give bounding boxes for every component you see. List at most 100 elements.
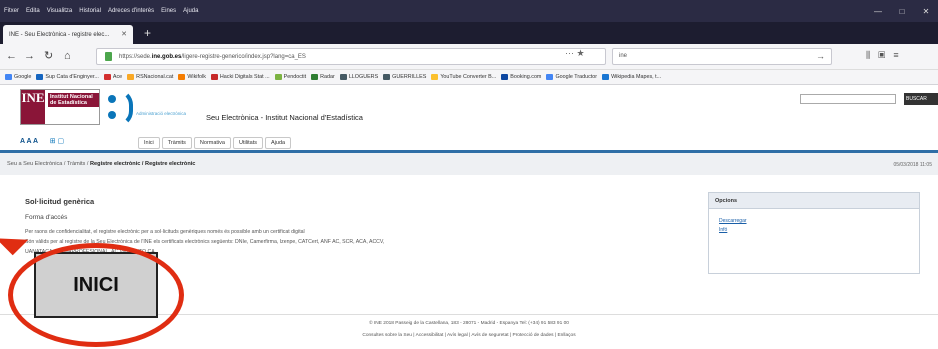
ine-logo[interactable]: INE Institut Nacional de Estadística [20, 89, 100, 125]
bookmark-favicon-icon [546, 74, 554, 80]
bookmark-label: GUERRILLES [392, 74, 427, 80]
bookmark-favicon-icon [602, 74, 610, 80]
current-date: 05/03/2018 11:05 [893, 162, 932, 168]
site-search-input[interactable] [800, 94, 896, 104]
breadcrumb-current: Registre electrònic / Registre electròni… [90, 161, 196, 167]
bookmark-item[interactable]: Wikifolk [178, 74, 206, 80]
url-domain: ine.gob.es [151, 53, 182, 60]
forward-icon[interactable]: → [24, 50, 35, 62]
bookmark-item[interactable]: Radar [311, 74, 335, 80]
site-nav-item[interactable]: Ajuda [265, 137, 292, 149]
bookmark-label: Booking.com [510, 74, 542, 80]
menu-item[interactable]: Adreces d'interès [108, 8, 154, 14]
bookmark-label: Sup Cata d'Enginyer... [45, 74, 99, 80]
minimize-icon[interactable]: — [866, 7, 890, 16]
breadcrumb-path[interactable]: Seu a Seu Electrònica / Tràmits / [7, 161, 90, 167]
bookmark-item[interactable]: LLOGUERS [339, 74, 379, 80]
maximize-icon[interactable]: □ [890, 7, 914, 16]
bookmark-favicon-icon [501, 74, 509, 80]
bookmarks-bar: Google Sup Cata d'Enginyer... Ace RSNaciona… [0, 70, 938, 85]
e-administration-logo-icon [108, 89, 133, 129]
menu-item[interactable]: Edita [26, 8, 40, 14]
bookmark-favicon-icon [36, 74, 44, 80]
bookmark-star-icon[interactable]: ··· ★ [565, 48, 585, 59]
bookmark-favicon-icon [383, 74, 391, 80]
access-subheading: Forma d'accés [25, 214, 68, 221]
bookmark-label: Pendoctit [283, 74, 307, 80]
font-size-tools[interactable]: A A A ⊞ ▢ [20, 137, 64, 145]
reload-icon[interactable]: ↻ [44, 50, 53, 62]
window-controls: — □ ✕ [866, 0, 938, 22]
ine-logo-text: Institut Nacional de Estadística [48, 93, 99, 107]
bookmark-label: Wikipedia Mapes, t... [611, 74, 662, 80]
menu-item[interactable]: Visualitza [47, 8, 73, 14]
search-go-icon[interactable]: → [816, 51, 825, 61]
site-header: INE Institut Nacional de Estadística Adm… [0, 85, 938, 132]
site-nav: Inici Tràmits Normativa Utilitats Ajuda [138, 137, 293, 149]
bookmark-label: Wikifolk [187, 74, 206, 80]
options-link-info[interactable]: Infó [719, 227, 919, 233]
search-input[interactable]: ine → [612, 48, 832, 65]
lock-icon [105, 52, 112, 61]
bookmark-item[interactable]: Sup Cata d'Enginyer... [36, 74, 99, 80]
highlight-circle [8, 243, 184, 347]
bookmark-item[interactable]: RSNacional.cat [127, 74, 173, 80]
bookmark-label: Ace [112, 74, 123, 80]
tab-strip: INE - Seu Electrònica - registre elec...… [0, 22, 938, 44]
menu-item[interactable]: Fitxer [4, 8, 19, 14]
bookmark-favicon-icon [431, 74, 439, 80]
bookmark-favicon-icon [339, 74, 347, 80]
bookmark-label: Google [14, 74, 32, 80]
page-title: Sol·licitud genèrica [25, 197, 95, 206]
bookmark-label: Radar [320, 74, 335, 80]
options-panel: Opcions Descarregar Infó [708, 192, 920, 274]
bookmark-item[interactable]: YouTube Converter B... [431, 74, 496, 80]
menu-item[interactable]: Eines [161, 8, 176, 14]
font-size-label[interactable]: A A A [20, 138, 38, 145]
site-search-button[interactable]: BUSCAR [904, 93, 938, 105]
browser-menubar: Fitxer Edita Visualitza Historial Adreces d'… [0, 0, 938, 22]
navigation-bar: ← → ↻ ⌂ https://sede. ine.gob.es/ligere-r… [0, 44, 938, 70]
bookmark-favicon-icon [5, 74, 12, 80]
bookmark-label: Google Traductor [555, 74, 598, 80]
site-title: Seu Electrònica - Institut Nacional d'Es… [206, 113, 363, 122]
bookmark-item[interactable]: GUERRILLES [383, 74, 426, 80]
admin-text: Administració electrònica [136, 111, 187, 116]
bookmark-item[interactable]: Pendoctit [274, 74, 307, 80]
bookmark-item[interactable]: Google Traductor [546, 74, 597, 80]
menu-item[interactable]: Ajuda [183, 8, 198, 14]
bookmark-label: Hacki Digitals Stat ... [219, 74, 270, 80]
url-prefix: https://sede. [119, 53, 152, 60]
bookmark-item[interactable]: Google [5, 74, 31, 80]
browser-tab[interactable]: INE - Seu Electrònica - registre elec...… [3, 25, 133, 44]
ine-logo-mark: INE [21, 90, 45, 124]
new-tab-icon[interactable]: + [144, 27, 151, 39]
accessibility-icon[interactable]: ⊞ ▢ [50, 138, 64, 145]
bookmark-item[interactable]: Ace [103, 74, 123, 80]
site-nav-item[interactable]: Utilitats [232, 137, 264, 149]
confidentiality-text: Per raons de confidencialitat, el regist… [25, 229, 305, 235]
toolbar-icons[interactable]: ⫼▣≡ [866, 50, 907, 61]
menu-item[interactable]: Historial [79, 8, 101, 14]
close-tab-icon[interactable]: ✕ [121, 30, 127, 38]
options-title: Opcions [709, 193, 919, 209]
options-link-download[interactable]: Descarregar [719, 218, 919, 224]
bookmark-label: LLOGUERS [348, 74, 379, 80]
url-bar[interactable]: https://sede. ine.gob.es/ligere-registre-… [96, 48, 606, 65]
home-icon[interactable]: ⌂ [64, 50, 71, 62]
site-nav-item[interactable]: Normativa [193, 137, 231, 149]
close-window-icon[interactable]: ✕ [914, 7, 938, 16]
tab-title: INE - Seu Electrònica - registre elec... [9, 31, 110, 38]
bookmark-favicon-icon [210, 74, 218, 80]
search-text: ine [619, 53, 628, 59]
back-icon[interactable]: ← [6, 50, 17, 62]
bookmark-label: YouTube Converter B... [440, 74, 497, 80]
bookmark-item[interactable]: Hacki Digitals Stat ... [210, 74, 270, 80]
url-suffix: /ligere-registre-generico/index.jsp?lang… [181, 53, 306, 60]
site-nav-item[interactable]: Tràmits [161, 137, 192, 149]
bookmark-item[interactable]: Wikipedia Mapes, t... [602, 74, 661, 80]
bookmark-item[interactable]: Booking.com [501, 74, 541, 80]
bookmark-favicon-icon [274, 74, 282, 80]
bookmark-favicon-icon [311, 74, 319, 80]
site-nav-item[interactable]: Inici [138, 137, 160, 149]
